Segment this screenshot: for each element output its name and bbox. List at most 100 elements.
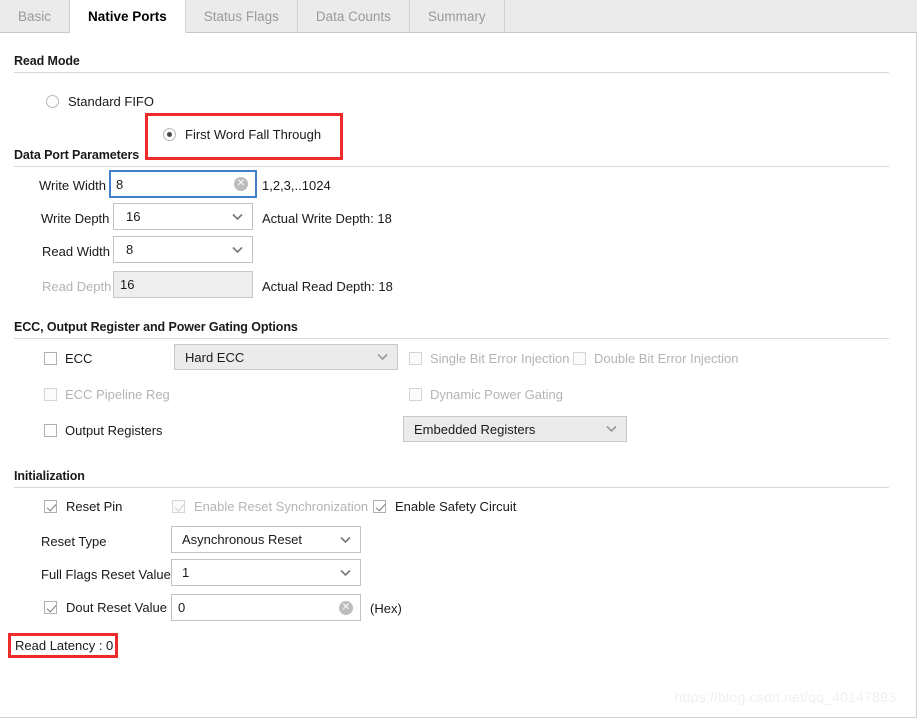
select-ecc-mode: Hard ECC (174, 344, 398, 370)
checkbox-icon (409, 388, 422, 401)
read-latency-text: Read Latency : 0 (15, 638, 114, 653)
checkbox-label: Enable Reset Synchronization (194, 499, 369, 514)
checkbox-label: Single Bit Error Injection (430, 351, 570, 366)
input-write-width[interactable]: 8 ✕ (109, 170, 257, 198)
chevron-down-icon[interactable] (340, 536, 351, 543)
checkbox-icon[interactable] (373, 500, 386, 513)
tab-data-counts[interactable]: Data Counts (297, 0, 410, 32)
checkbox-icon (573, 352, 586, 365)
select-reset-type[interactable]: Asynchronous Reset (171, 526, 361, 553)
checkbox-output-registers[interactable]: Output Registers (44, 423, 163, 438)
checkbox-icon[interactable] (44, 500, 57, 513)
tab-summary[interactable]: Summary (409, 0, 505, 32)
note-actual-read-depth: Actual Read Depth: 18 (262, 279, 393, 294)
chevron-down-icon (377, 353, 388, 361)
checkbox-reset-pin[interactable]: Reset Pin (44, 499, 122, 514)
checkbox-label: Dynamic Power Gating (430, 387, 563, 402)
checkbox-label: Output Registers (65, 423, 163, 438)
select-value: 1 (182, 565, 190, 580)
checkbox-icon[interactable] (44, 424, 57, 437)
radio-button-icon[interactable] (163, 128, 176, 141)
fifo-generator-window: Basic Native Ports Status Flags Data Cou… (0, 0, 917, 718)
section-title: Read Mode (14, 54, 80, 68)
hint-write-width: 1,2,3,..1024 (262, 178, 331, 193)
clear-icon[interactable]: ✕ (339, 600, 353, 615)
section-title: Initialization (14, 469, 85, 483)
section-read-mode-header: Read Mode (14, 52, 80, 70)
checkbox-label: ECC Pipeline Reg (65, 387, 170, 402)
checkbox-icon (44, 388, 57, 401)
checkbox-icon[interactable] (44, 352, 57, 365)
tab-bar-filler (504, 0, 917, 32)
note-actual-write-depth: Actual Write Depth: 18 (262, 211, 392, 226)
checkbox-icon[interactable] (44, 601, 57, 614)
select-value: 16 (126, 209, 141, 224)
chevron-down-icon[interactable] (340, 569, 351, 576)
input-value: 16 (120, 277, 135, 292)
radio-label: Standard FIFO (68, 94, 154, 109)
checkbox-icon (172, 500, 185, 513)
checkbox-label: Reset Pin (66, 499, 123, 514)
label-read-width: Read Width (42, 244, 110, 259)
watermark-text: https://blog.csdn.net/qq_40147893 (674, 689, 896, 705)
tab-status-flags[interactable]: Status Flags (185, 0, 298, 32)
tab-label: Native Ports (88, 8, 167, 24)
tab-label: Basic (18, 8, 52, 24)
chevron-down-icon[interactable] (232, 213, 243, 220)
checkbox-ecc-pipeline-reg: ECC Pipeline Reg (44, 387, 170, 402)
checkbox-enable-safety-circuit[interactable]: Enable Safety Circuit (373, 499, 516, 514)
checkbox-ecc[interactable]: ECC (44, 351, 92, 366)
clear-icon[interactable]: ✕ (234, 177, 248, 191)
input-dout-reset-value[interactable]: 0 ✕ (171, 594, 361, 621)
select-write-depth[interactable]: 16 (113, 203, 253, 230)
checkbox-icon (409, 352, 422, 365)
section-divider (14, 72, 889, 73)
checkbox-double-bit-error-injection: Double Bit Error Injection (573, 351, 739, 366)
input-value: 8 (116, 176, 124, 192)
select-output-registers-mode: Embedded Registers (403, 416, 627, 442)
radio-first-word-fall-through[interactable]: First Word Fall Through (163, 127, 321, 142)
label-write-width: Write Width (39, 178, 106, 193)
section-divider (14, 487, 889, 488)
select-value: Embedded Registers (414, 421, 536, 437)
tab-label: Summary (427, 8, 486, 24)
tab-label: Data Counts (315, 8, 391, 24)
select-value: 8 (126, 242, 134, 257)
chevron-down-icon[interactable] (232, 246, 243, 253)
checkbox-label: Enable Safety Circuit (395, 499, 517, 514)
section-divider (14, 338, 889, 339)
section-data-port-header: Data Port Parameters (14, 146, 139, 164)
chevron-down-icon (606, 425, 617, 433)
section-ecc-header: ECC, Output Register and Power Gating Op… (14, 318, 298, 336)
checkbox-label: Dout Reset Value (66, 600, 167, 615)
checkbox-dout-reset-value[interactable]: Dout Reset Value (44, 600, 167, 615)
radio-button-icon[interactable] (46, 95, 59, 108)
section-title: Data Port Parameters (14, 148, 140, 162)
radio-standard-fifo[interactable]: Standard FIFO (46, 94, 154, 109)
label-read-depth: Read Depth (42, 279, 112, 294)
checkbox-label: ECC (65, 351, 93, 366)
select-read-width[interactable]: 8 (113, 236, 253, 263)
checkbox-enable-reset-synchronization: Enable Reset Synchronization (172, 499, 368, 514)
tab-native-ports[interactable]: Native Ports (70, 0, 186, 33)
input-value: 0 (178, 600, 186, 615)
checkbox-single-bit-error-injection: Single Bit Error Injection (409, 351, 569, 366)
input-read-depth: 16 (113, 271, 253, 298)
label-reset-type: Reset Type (41, 534, 107, 549)
tab-basic[interactable]: Basic (0, 0, 71, 32)
section-initialization-header: Initialization (14, 467, 85, 485)
label-write-depth: Write Depth (41, 211, 110, 226)
tab-label: Status Flags (203, 8, 279, 24)
checkbox-dynamic-power-gating: Dynamic Power Gating (409, 387, 563, 402)
select-value: Hard ECC (185, 349, 245, 365)
label-full-flags-reset-value: Full Flags Reset Value (41, 567, 171, 582)
radio-label: First Word Fall Through (185, 127, 322, 142)
section-title: ECC, Output Register and Power Gating Op… (14, 320, 298, 334)
checkbox-label: Double Bit Error Injection (594, 351, 739, 366)
select-full-flags-reset-value[interactable]: 1 (171, 559, 361, 586)
select-value: Asynchronous Reset (182, 532, 302, 547)
label-dout-reset-suffix: (Hex) (370, 601, 402, 616)
section-divider (14, 166, 889, 167)
tab-bar: Basic Native Ports Status Flags Data Cou… (0, 0, 917, 33)
native-ports-panel: Read Mode Standard FIFO First Word Fall … (0, 33, 917, 718)
